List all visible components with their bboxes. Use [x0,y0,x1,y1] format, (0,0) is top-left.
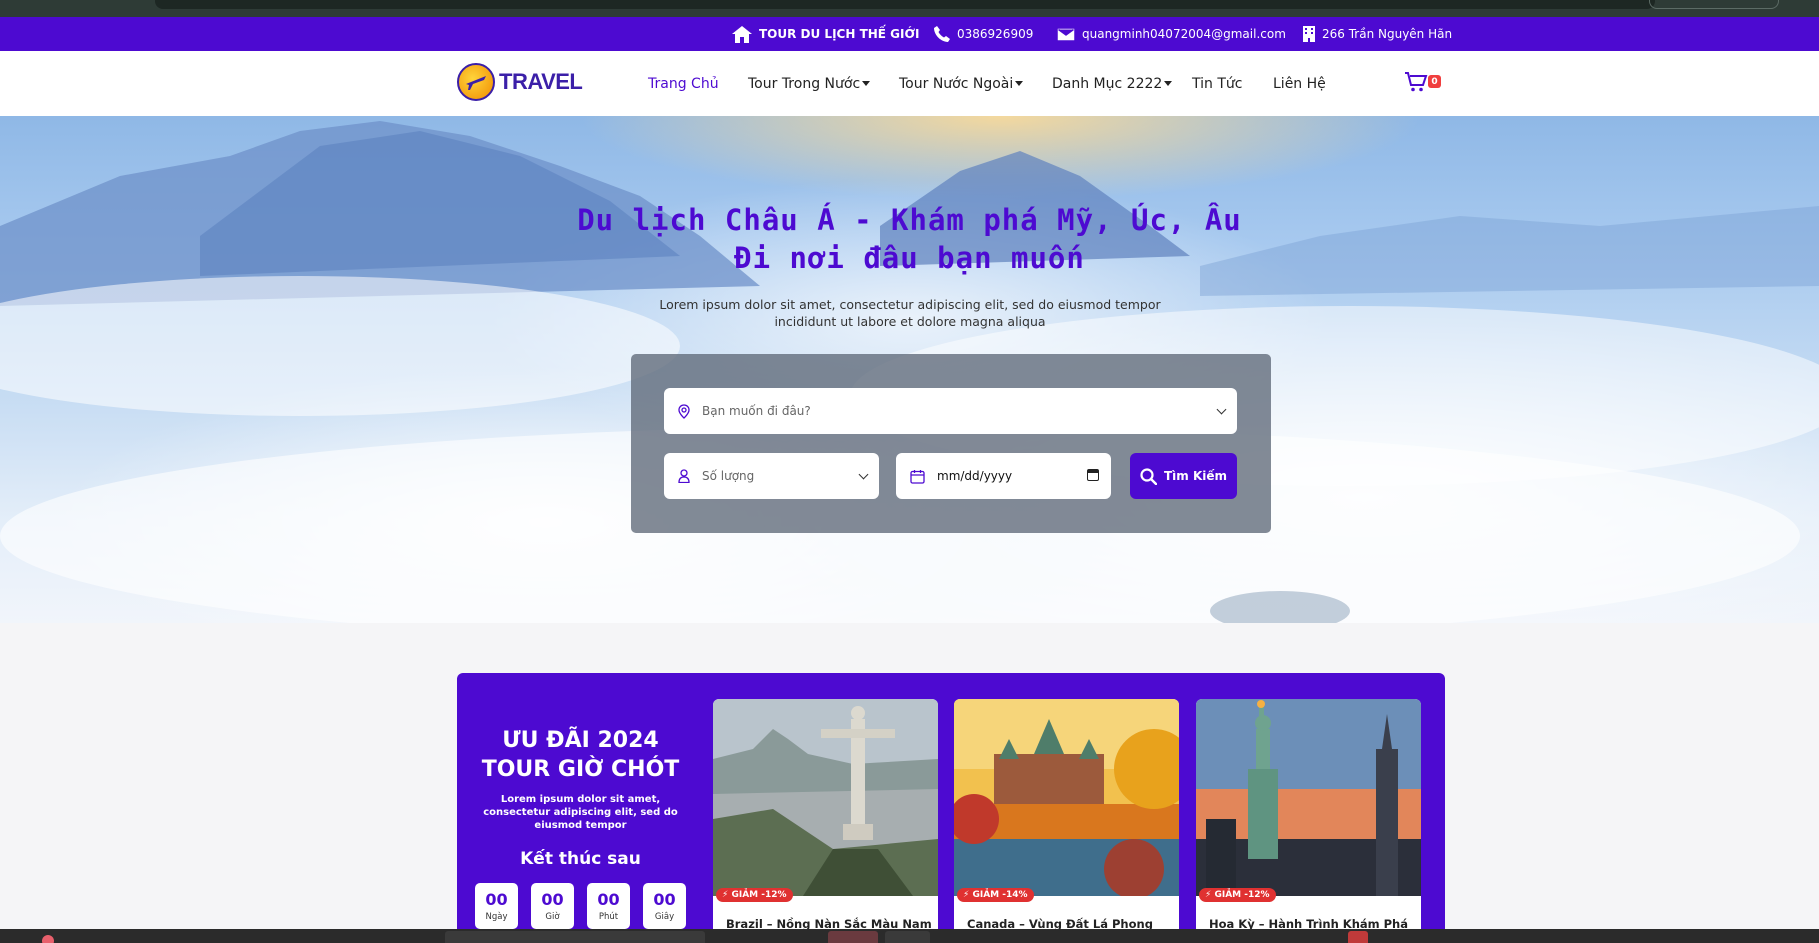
os-taskbar [0,929,1819,943]
date-picker-icon[interactable] [1087,469,1099,481]
nav-foreign-label: Tour Nước Ngoài [899,75,1014,92]
user-icon [678,469,690,483]
logo-text: TRAVEL [499,69,583,94]
home-icon [732,25,752,43]
promo-title-line2: TOUR GIỜ CHÓT [481,757,680,782]
nav-news[interactable]: Tin Tức [1192,51,1242,116]
discount-badge: ⚡ GIẢM -14% [957,888,1034,902]
tour-image-usa [1196,699,1421,896]
caret-down-icon [1164,81,1173,86]
taskbar-window[interactable] [828,931,878,943]
countdown: 00 Ngày 00 Giờ 00 Phút 00 Giây [475,883,686,929]
countdown-minutes: 00 Phút [587,883,630,929]
discount-badge: ⚡ GIẢM -12% [716,888,793,902]
chevron-down-icon [858,469,869,480]
promo-title-line1: ƯU ĐÃI 2024 [502,728,659,753]
countdown-value: 00 [485,889,508,909]
nav-home-label: Trang Chủ [648,75,719,92]
cart-count-badge: 0 [1428,75,1441,88]
countdown-unit: Phút [598,911,619,922]
tour-image-brazil [713,699,938,896]
nav-domestic-label: Tour Trong Nước [748,75,861,92]
tour-card[interactable]: ⚡ GIẢM -14% Canada – Vùng Đất Lá Phong [954,699,1179,943]
site-header: TRAVEL Trang Chủ Tour Trong Nước Tour Nư… [0,51,1819,116]
taskbar-window[interactable] [445,931,705,943]
promo-title: ƯU ĐÃI 2024 TOUR GIỜ CHÓT [457,726,704,784]
hero-title-line1: Du lịch Châu Á - Khám phá Mỹ, Úc, Âu [577,203,1242,237]
discount-text: GIẢM -12% [731,890,787,900]
phone-icon [934,26,950,42]
topbar-phone[interactable]: 0386926909 [934,17,1033,51]
taskbar-window[interactable] [1348,931,1368,943]
search-button-label: Tìm Kiếm [1163,469,1228,483]
topbar-tour[interactable]: TOUR DU LỊCH THẾ GIỚI [732,17,919,51]
promo-description: Lorem ipsum dolor sit amet, consectetur … [483,794,678,831]
date-value: mm/dd/yyyy [937,469,1013,483]
countdown-unit: Giờ [545,911,560,922]
browser-chrome [0,0,1819,17]
nav-category-label: Danh Mục 2222 [1052,75,1163,92]
countdown-value: 00 [541,889,564,909]
topbar-address-text: 266 Trần Nguyên Hãn [1322,27,1453,41]
countdown-unit: Ngày [485,911,508,922]
cart-button[interactable]: 0 [1404,71,1441,93]
hero-subtitle: Lorem ipsum dolor sit amet, consectetur … [659,297,1161,329]
topbar-tour-text: TOUR DU LỊCH THẾ GIỚI [759,27,920,41]
countdown-value: 00 [597,889,620,909]
topbar-address[interactable]: 266 Trần Nguyên Hãn [1303,17,1452,51]
tour-image-canada [954,699,1179,896]
magnifier-icon [1140,467,1157,485]
countdown-label: Kết thúc sau [520,849,641,869]
quantity-select[interactable]: Số lượng [664,453,879,499]
app-icon[interactable] [42,935,54,943]
topbar-email-text: quangminh04072004@gmail.com [1082,27,1286,41]
browser-button[interactable] [1649,0,1779,9]
nav-domestic-tours[interactable]: Tour Trong Nước [748,51,871,116]
nav-contact-label: Liên Hệ [1273,75,1326,92]
quantity-placeholder: Số lượng [702,469,755,483]
countdown-days: 00 Ngày [475,883,518,929]
top-info-bar: TOUR DU LỊCH THẾ GIỚI 0386926909 quangmi… [0,17,1819,51]
promo-section: ƯU ĐÃI 2024 TOUR GIỜ CHÓT Lorem ipsum do… [457,673,1445,943]
tour-card[interactable]: ⚡ GIẢM -12% Hoa Kỳ – Hành Trình Khám Phá [1196,699,1421,943]
countdown-seconds: 00 Giây [643,883,686,929]
hero-banner: Du lịch Châu Á - Khám phá Mỹ, Úc, Âu Đi … [0,116,1819,623]
caret-down-icon [862,81,871,86]
tour-card[interactable]: ⚡ GIẢM -12% Brazil – Nồng Nàn Sắc Màu Na… [713,699,938,943]
nav-contact[interactable]: Liên Hệ [1273,51,1326,116]
site-logo[interactable]: TRAVEL [457,63,583,101]
shopping-cart-icon [1405,72,1428,92]
envelope-icon [1057,27,1075,41]
nav-foreign-tours[interactable]: Tour Nước Ngoài [899,51,1024,116]
address-bar[interactable] [155,0,1655,9]
calendar-icon [910,469,925,484]
taskbar-window[interactable] [885,931,930,943]
building-icon [1303,26,1315,42]
nav-news-label: Tin Tức [1192,75,1243,92]
topbar-email[interactable]: quangminh04072004@gmail.com [1057,17,1286,51]
hero-title-line2: Đi nơi đâu bạn muốn [734,241,1085,275]
map-pin-icon [678,403,690,419]
search-button[interactable]: Tìm Kiếm [1130,453,1237,499]
date-input[interactable]: mm/dd/yyyy [896,453,1111,499]
countdown-unit: Giây [654,911,675,922]
caret-down-icon [1015,81,1024,86]
destination-select[interactable]: Bạn muốn đi đâu? [664,388,1237,434]
discount-text: GIẢM -12% [1214,890,1270,900]
discount-text: GIẢM -14% [972,890,1028,900]
discount-badge: ⚡ GIẢM -12% [1199,888,1276,902]
hero-title: Du lịch Châu Á - Khám phá Mỹ, Úc, Âu Đi … [0,201,1819,277]
destination-placeholder: Bạn muốn đi đâu? [702,404,811,418]
countdown-hours: 00 Giờ [531,883,574,929]
chevron-down-icon [1216,404,1227,415]
nav-home[interactable]: Trang Chủ [648,51,719,116]
airplane-logo-icon [457,63,495,101]
nav-category[interactable]: Danh Mục 2222 [1052,51,1173,116]
countdown-value: 00 [653,889,676,909]
topbar-phone-text: 0386926909 [957,27,1034,41]
search-panel: Bạn muốn đi đâu? Số lượng mm/dd/yyyy Tìm… [631,354,1271,533]
